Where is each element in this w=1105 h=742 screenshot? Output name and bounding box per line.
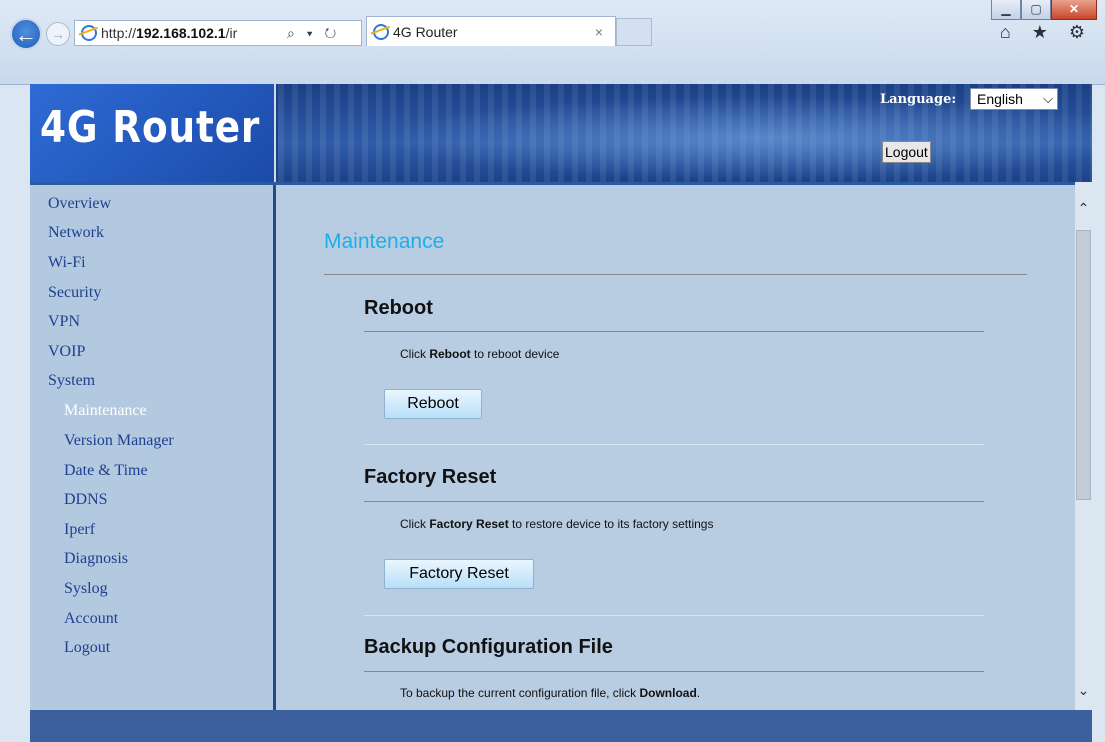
url-host: 192.168.102.1	[136, 25, 226, 41]
section-separator	[364, 444, 984, 445]
sidebar-item-logout[interactable]: Logout	[64, 639, 110, 657]
reboot-heading: Reboot	[364, 297, 433, 319]
reboot-button[interactable]: Reboot	[384, 389, 482, 419]
browser-chrome: ▁ ▢ ✕ ← → http://192.168.102.1/ir ⌕ ▾ ↻ …	[0, 0, 1105, 85]
ie-page-icon	[81, 25, 97, 41]
close-window-button[interactable]: ✕	[1051, 0, 1097, 20]
scroll-down-icon[interactable]: ⌄	[1075, 682, 1092, 699]
home-favorites-settings-icons[interactable]: ⌂ ★ ⚙	[1000, 22, 1093, 43]
sidebar-item-syslog[interactable]: Syslog	[64, 580, 108, 598]
sidebar-item-version-manager[interactable]: Version Manager	[64, 432, 174, 450]
tab-ie-icon	[373, 23, 389, 40]
new-tab-button[interactable]	[616, 18, 652, 46]
sidebar-item-account[interactable]: Account	[64, 610, 118, 628]
sidebar-item-voip[interactable]: VOIP	[48, 343, 85, 361]
section-separator	[364, 615, 984, 616]
backup-divider	[364, 671, 984, 672]
page-title: Maintenance	[324, 230, 445, 253]
sidebar-item-security[interactable]: Security	[48, 284, 101, 302]
backup-desc-bold: Download	[639, 686, 697, 700]
sidebar-item-iperf[interactable]: Iperf	[64, 521, 95, 539]
sidebar-item-ddns[interactable]: DDNS	[64, 491, 108, 509]
factory-desc-pre: Click	[400, 517, 430, 531]
url-prefix: http://	[101, 25, 137, 41]
sidebar-item-wifi[interactable]: Wi-Fi	[48, 254, 86, 272]
sidebar-item-vpn[interactable]: VPN	[48, 313, 80, 331]
factory-desc-bold: Factory Reset	[429, 517, 509, 531]
footer-bar	[30, 710, 1092, 742]
sidebar-item-diagnosis[interactable]: Diagnosis	[64, 550, 128, 568]
address-bar[interactable]: http://192.168.102.1/ir ⌕ ▾ ↻	[74, 20, 362, 46]
reboot-divider	[364, 331, 984, 332]
tab-title: 4G Router	[393, 23, 458, 40]
router-page: 4G Router Language: English ⌵ Logout Over…	[30, 84, 1105, 710]
back-button[interactable]: ←	[10, 18, 42, 50]
vertical-scrollbar[interactable]: ⌃ ⌄	[1075, 182, 1092, 710]
scroll-up-icon[interactable]: ⌃	[1075, 200, 1092, 217]
language-select[interactable]: English ⌵	[970, 88, 1058, 110]
maximize-button[interactable]: ▢	[1021, 0, 1051, 20]
main-content: Maintenance Reboot Click Reboot to reboo…	[276, 185, 1076, 710]
sidebar-item-date-time[interactable]: Date & Time	[64, 462, 148, 480]
reboot-description: Click Reboot to reboot device	[400, 347, 559, 361]
header-banner: 4G Router Language: English ⌵ Logout	[30, 84, 1092, 182]
chevron-down-icon: ⌵	[1043, 91, 1053, 106]
backup-description: To backup the current configuration file…	[400, 686, 700, 700]
scrollbar-thumb[interactable]	[1076, 230, 1091, 500]
backup-heading: Backup Configuration File	[364, 636, 613, 658]
factory-reset-button[interactable]: Factory Reset	[384, 559, 534, 589]
window-controls: ▁ ▢ ✕	[991, 0, 1097, 22]
address-tools-icons[interactable]: ⌕ ▾ ↻	[287, 25, 340, 42]
header-logout-button[interactable]: Logout	[882, 141, 931, 163]
language-label: Language:	[880, 92, 957, 107]
reboot-desc-post: to reboot device	[470, 347, 560, 361]
factory-reset-divider	[364, 501, 984, 502]
factory-reset-description: Click Factory Reset to restore device to…	[400, 517, 713, 531]
reboot-desc-pre: Click	[400, 347, 430, 361]
browser-tab[interactable]: 4G Router ×	[366, 16, 616, 46]
sidebar: Overview Network Wi-Fi Security VPN VOIP…	[30, 185, 276, 710]
address-url: http://192.168.102.1/ir	[101, 25, 281, 41]
sidebar-item-network[interactable]: Network	[48, 224, 104, 242]
logo-text: 4G Router	[40, 102, 261, 153]
sidebar-item-overview[interactable]: Overview	[48, 195, 111, 213]
minimize-button[interactable]: ▁	[991, 0, 1021, 20]
title-divider	[324, 274, 1027, 275]
sidebar-item-system[interactable]: System	[48, 372, 95, 390]
factory-reset-heading: Factory Reset	[364, 466, 497, 488]
url-rest: /ir	[225, 25, 238, 41]
tab-close-icon[interactable]: ×	[595, 24, 603, 40]
reboot-desc-bold: Reboot	[429, 347, 471, 361]
backup-desc-pre: To backup the current configuration file…	[400, 686, 640, 700]
factory-desc-post: to restore device to its factory setting…	[508, 517, 714, 531]
forward-button[interactable]: →	[46, 22, 70, 46]
language-value: English	[977, 91, 1023, 107]
sidebar-item-maintenance[interactable]: Maintenance	[64, 402, 147, 420]
backup-desc-post: .	[696, 686, 701, 700]
logo: 4G Router	[30, 84, 276, 182]
